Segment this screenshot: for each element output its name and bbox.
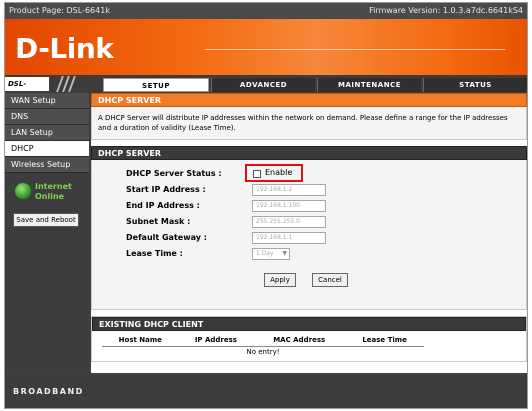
tab-maintenance[interactable]: MAINTENANCE (317, 78, 421, 92)
sidebar-item-lan-setup[interactable]: LAN Setup (5, 125, 89, 141)
firmware-version-label: Firmware Version: 1.0.3.a7dc.6641kS4 (369, 6, 523, 15)
dhcp-settings-title: DHCP SERVER (91, 146, 527, 160)
default-gateway-input[interactable]: 192.168.1.1 (252, 232, 326, 244)
dhcp-intro-description: A DHCP Server will distribute IP address… (91, 107, 527, 140)
tab-setup[interactable]: SETUP (103, 78, 209, 92)
internet-status-label: Internet (35, 182, 72, 191)
sidebar-item-wan-setup[interactable]: WAN Setup (5, 93, 89, 109)
dhcp-intro-section: DHCP SERVER A DHCP Server will distribut… (91, 93, 527, 140)
sidebar-item-wireless-setup[interactable]: Wireless Setup (5, 157, 89, 173)
sidebar-item-dhcp[interactable]: DHCP (5, 141, 89, 157)
sidebar: WAN Setup DNS LAN Setup DHCP Wireless Se… (5, 93, 89, 373)
apply-button[interactable]: Apply (264, 273, 296, 287)
cancel-button[interactable]: Cancel (312, 273, 348, 287)
brand-banner: D-Link (5, 19, 527, 75)
subnet-mask-input[interactable]: 255.255.255.0 (252, 216, 326, 228)
dhcp-settings-form: DHCP Server Status : Enable Start IP Add… (91, 160, 527, 310)
end-ip-label: End IP Address : (126, 201, 200, 210)
router-admin-window: Product Page: DSL-6641k Firmware Version… (4, 2, 528, 409)
header-ip-address: IP Address (178, 335, 254, 347)
model-label: DSL-6641K (5, 77, 49, 102)
enable-label: Enable (265, 168, 293, 177)
online-status-label: Online (35, 192, 65, 201)
slash-decoration (51, 76, 101, 92)
sidebar-item-dns[interactable]: DNS (5, 109, 89, 125)
dhcp-intro-title: DHCP SERVER (91, 93, 527, 107)
end-ip-input[interactable]: 192.168.1.100 (252, 200, 326, 212)
dlink-logo: D-Link (15, 32, 114, 65)
internet-status: Internet Online (5, 177, 89, 207)
start-ip-label: Start IP Address : (126, 185, 206, 194)
dhcp-client-table: Host Name IP Address MAC Address Lease T… (102, 335, 424, 357)
lease-time-select[interactable]: 1 Day ▼ (252, 248, 290, 260)
chevron-down-icon: ▼ (282, 250, 287, 257)
dhcp-status-label: DHCP Server Status : (126, 169, 222, 178)
subnet-mask-label: Subnet Mask : (126, 217, 191, 226)
lease-time-label: Lease Time : (126, 249, 183, 258)
lease-time-value: 1 Day (256, 250, 274, 257)
client-table-title: EXISTING DHCP CLIENT (92, 317, 526, 331)
banner-streak (205, 49, 505, 50)
top-navigation: DSL-6641K SETUP ADVANCED MAINTENANCE STA… (5, 75, 527, 102)
table-row: No entry! (102, 346, 424, 357)
empty-table-message: No entry! (246, 347, 280, 356)
header-host-name: Host Name (102, 335, 179, 347)
globe-icon (14, 182, 32, 200)
info-bar: Product Page: DSL-6641k Firmware Version… (5, 3, 527, 19)
default-gateway-label: Default Gateway : (126, 233, 207, 242)
tab-status[interactable]: STATUS (423, 78, 527, 92)
save-and-reboot-button[interactable]: Save and Reboot (13, 213, 79, 227)
main-content: DHCP SERVER A DHCP Server will distribut… (91, 93, 527, 373)
enable-checkbox[interactable] (253, 170, 261, 178)
footer: BROADBAND (5, 375, 527, 408)
existing-dhcp-client-section: EXISTING DHCP CLIENT Host Name IP Addres… (91, 316, 527, 362)
product-page-label: Product Page: DSL-6641k (9, 6, 110, 15)
header-lease-time: Lease Time (345, 335, 424, 347)
start-ip-input[interactable]: 192.168.1.2 (252, 184, 326, 196)
dhcp-settings-section: DHCP SERVER DHCP Server Status : Enable … (91, 146, 527, 310)
enable-highlight: Enable (245, 164, 303, 182)
header-mac-address: MAC Address (253, 335, 346, 347)
tab-advanced[interactable]: ADVANCED (211, 78, 315, 92)
broadband-label: BROADBAND (13, 387, 84, 396)
